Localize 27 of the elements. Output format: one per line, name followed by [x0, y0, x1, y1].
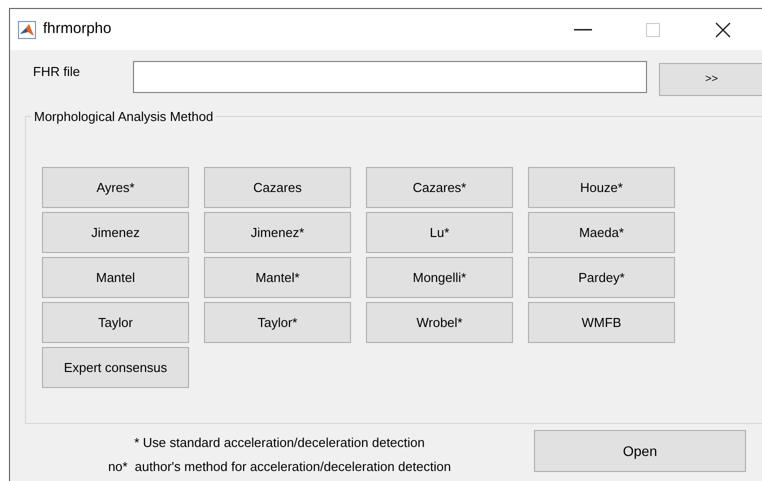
method-button[interactable]: Expert consensus	[42, 347, 189, 388]
method-button[interactable]: Mongelli*	[366, 257, 513, 298]
method-button[interactable]: Mantel*	[204, 257, 351, 298]
method-button[interactable]: Lu*	[366, 212, 513, 253]
method-button[interactable]: Jimenez*	[204, 212, 351, 253]
method-button[interactable]: Taylor*	[204, 302, 351, 343]
method-button[interactable]: Ayres*	[42, 167, 189, 208]
field-label: FHR file	[33, 63, 81, 81]
minimize-icon[interactable]	[574, 28, 592, 30]
method-button[interactable]: Houze*	[528, 167, 675, 208]
file-path-field[interactable]	[133, 61, 647, 93]
method-button[interactable]: Jimenez	[42, 212, 189, 253]
method-button[interactable]: Taylor	[42, 302, 189, 343]
method-button[interactable]: Mantel	[42, 257, 189, 298]
method-button[interactable]: Maeda*	[528, 212, 675, 253]
method-button[interactable]: Wrobel*	[366, 302, 513, 343]
method-button[interactable]: Pardey*	[528, 257, 675, 298]
close-icon[interactable]	[715, 22, 731, 38]
method-button[interactable]: Cazares	[204, 167, 351, 208]
legend-note: * Use standard acceleration/deceleration detection	[134, 434, 425, 452]
window-title: fhrmorpho	[43, 19, 112, 40]
app-icon	[18, 20, 36, 38]
method-button[interactable]: Cazares*	[366, 167, 513, 208]
browse-button[interactable]: >>	[659, 63, 762, 96]
method-button[interactable]: WMFB	[528, 302, 675, 343]
legend-note: no* author's method for acceleration/deceleration detection	[108, 458, 451, 476]
open-button[interactable]: Open	[534, 430, 746, 472]
